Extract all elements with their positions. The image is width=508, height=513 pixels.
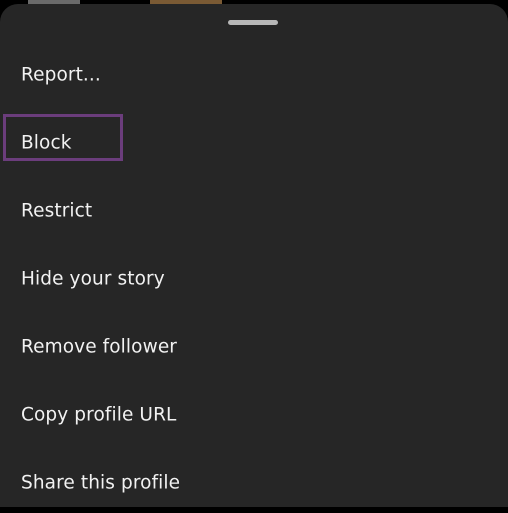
menu-item-label: Block [21, 132, 72, 154]
menu-item-label: Copy profile URL [21, 404, 177, 426]
menu-item-label: Hide your story [21, 268, 165, 290]
menu-item-report[interactable]: Report... [0, 45, 508, 105]
menu-item-label: Share this profile [21, 472, 181, 494]
menu-item-label: Restrict [21, 200, 93, 222]
menu-item-label: Remove follower [21, 336, 178, 358]
bottom-sheet-menu: Report... Block Restrict Hide your story… [0, 4, 508, 507]
menu-item-share-profile[interactable]: Share this profile [0, 453, 508, 513]
menu-item-block[interactable]: Block [0, 113, 508, 173]
menu-item-copy-url[interactable]: Copy profile URL [0, 385, 508, 445]
menu-item-remove-follower[interactable]: Remove follower [0, 317, 508, 377]
drag-handle[interactable] [228, 20, 278, 25]
menu-item-hide-story[interactable]: Hide your story [0, 249, 508, 309]
menu-item-label: Report... [21, 64, 101, 86]
menu-item-restrict[interactable]: Restrict [0, 181, 508, 241]
